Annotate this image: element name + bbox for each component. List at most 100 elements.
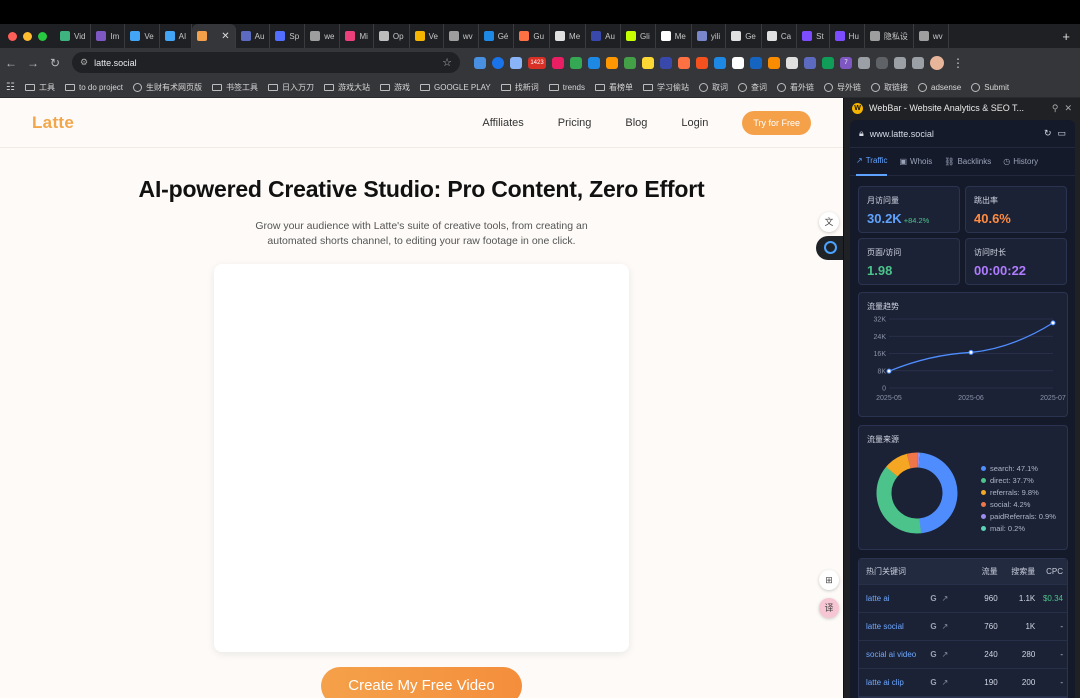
cast-icon[interactable] [894, 56, 906, 69]
browser-tab[interactable]: wv [914, 24, 949, 48]
maximize-window-button[interactable] [38, 31, 47, 41]
extension-icon[interactable] [624, 56, 636, 69]
extension-icon[interactable] [696, 56, 708, 69]
nav-link-affiliates[interactable]: Affiliates [482, 117, 523, 129]
bookmark-item[interactable]: to do project [64, 83, 123, 92]
demo-video-card[interactable] [214, 264, 629, 652]
browser-tab[interactable]: wv [444, 24, 479, 48]
trend-icon[interactable]: ↗ [942, 678, 949, 687]
bookmark-item[interactable]: adsense [918, 82, 961, 92]
browser-tab[interactable]: ✕ [192, 24, 236, 48]
browser-tab[interactable]: Mi [340, 24, 374, 48]
grid-tool-icon[interactable]: ⊞ [819, 570, 839, 590]
pin-icon[interactable]: ⚲ [1052, 103, 1059, 114]
try-for-free-button[interactable]: Try for Free [742, 110, 811, 135]
trend-icon[interactable]: ↗ [942, 594, 949, 603]
bookmark-item[interactable]: 生财有术网页版 [133, 82, 202, 93]
browser-tab[interactable]: yili [692, 24, 727, 48]
table-row[interactable]: latte ai clip G ↗ 190 200- [859, 669, 1067, 697]
download-icon[interactable] [912, 56, 924, 69]
translate-float-icon[interactable]: 译 [819, 598, 839, 618]
browser-tab[interactable]: Gé [479, 24, 515, 48]
extension-icon[interactable] [588, 56, 600, 69]
back-icon[interactable]: ← [0, 56, 22, 70]
bookmark-item[interactable]: GOOGLE PLAY [420, 83, 491, 92]
bookmark-item[interactable]: 查词 [738, 82, 767, 93]
bookmark-item[interactable]: 取链接 [871, 82, 908, 93]
bookmark-item[interactable]: 学习偷站 [643, 82, 689, 93]
tab-history[interactable]: ◷ History [1003, 148, 1038, 176]
bookmark-item[interactable]: 游戏大站 [324, 82, 370, 93]
window-icon[interactable]: ▭ [1057, 128, 1066, 139]
create-free-video-button[interactable]: Create My Free Video [321, 667, 522, 698]
tab-backlinks[interactable]: ⛓ Backlinks [944, 148, 991, 176]
extension-icon[interactable] [732, 56, 744, 69]
nav-link-blog[interactable]: Blog [625, 117, 647, 129]
reload-icon[interactable]: ↻ [44, 56, 66, 70]
extension-icon[interactable] [750, 56, 762, 69]
url-text[interactable]: latte.social [94, 58, 442, 68]
extension-icon[interactable] [714, 56, 726, 69]
refresh-icon[interactable]: ↻ [1044, 128, 1052, 139]
extension-icon[interactable] [660, 56, 672, 69]
close-window-button[interactable] [8, 31, 17, 41]
browser-tab[interactable]: Ge [726, 24, 762, 48]
extensions-menu-icon[interactable] [858, 56, 870, 69]
webbar-floating-button[interactable] [816, 236, 843, 260]
extension-icon[interactable] [768, 56, 780, 69]
bookmark-item[interactable]: 找新词 [500, 82, 539, 93]
tab-traffic[interactable]: ↗ Traffic [856, 148, 888, 176]
new-tab-button[interactable]: + [1052, 29, 1080, 44]
forward-icon[interactable]: → [22, 56, 44, 70]
bookmark-item[interactable]: 看外链 [777, 82, 814, 93]
bookmark-item[interactable]: trends [548, 83, 585, 92]
extension-icon[interactable] [786, 56, 798, 69]
browser-tab[interactable]: Me [550, 24, 587, 48]
browser-tab[interactable]: 隐私设 [865, 24, 914, 48]
browser-tab[interactable]: Im [91, 24, 126, 48]
extension-icon[interactable] [552, 56, 564, 69]
browser-tab[interactable]: Au [236, 24, 271, 48]
close-tab-icon[interactable]: ✕ [221, 31, 229, 42]
badge-extension-icon[interactable]: 7 [840, 56, 852, 69]
nav-link-pricing[interactable]: Pricing [558, 117, 592, 129]
extension-icon[interactable] [642, 56, 654, 69]
latte-logo[interactable]: Latte [32, 113, 74, 133]
browser-tab[interactable]: Gli [621, 24, 656, 48]
browser-tab[interactable]: AI [160, 24, 193, 48]
extension-icon[interactable] [570, 56, 582, 69]
google-icon[interactable]: G [930, 622, 936, 631]
table-row[interactable]: latte social G ↗ 760 1K - [859, 613, 1067, 641]
bookmark-star-icon[interactable]: ☆ [442, 56, 452, 69]
nav-link-login[interactable]: Login [681, 117, 708, 129]
bookmark-item[interactable]: 书签工具 [212, 82, 258, 93]
browser-tab[interactable]: Gu [514, 24, 551, 48]
trend-icon[interactable]: ↗ [942, 622, 949, 631]
close-icon[interactable]: ✕ [1064, 103, 1072, 114]
translate-icon[interactable]: 文 [819, 212, 839, 232]
bookmark-item[interactable]: 取词 [699, 82, 728, 93]
table-row[interactable]: latte ai G ↗ 960 1.1K $0.34 [859, 585, 1067, 613]
browser-tab[interactable]: Ve [125, 24, 160, 48]
address-bar[interactable]: ⚙ latte.social ☆ [72, 52, 460, 73]
cloud-extension-icon[interactable] [474, 56, 486, 69]
browser-tab[interactable]: Sp [270, 24, 306, 48]
bookmark-item[interactable]: 工具 [24, 82, 55, 93]
badge-extension-icon[interactable]: 1423 [528, 56, 546, 69]
profile-avatar[interactable] [930, 55, 944, 70]
side-panel-icon[interactable] [876, 56, 888, 69]
more-menu-icon[interactable]: ⋮ [952, 56, 964, 70]
bookmark-item[interactable]: 日入万刀 [268, 82, 314, 93]
browser-tab[interactable]: Me [656, 24, 692, 48]
site-info-icon[interactable]: ⚙ [80, 57, 88, 68]
trend-icon[interactable]: ↗ [942, 650, 949, 659]
google-icon[interactable]: G [930, 678, 936, 687]
apps-grid-icon[interactable]: ☷ [6, 82, 15, 93]
extension-icon[interactable] [804, 56, 816, 69]
extension-icon[interactable] [678, 56, 690, 69]
google-icon[interactable]: G [930, 650, 936, 659]
browser-tab[interactable]: Au [586, 24, 621, 48]
minimize-window-button[interactable] [23, 31, 32, 41]
browser-tab[interactable]: Vid [55, 24, 92, 48]
browser-tab[interactable]: we [305, 24, 341, 48]
